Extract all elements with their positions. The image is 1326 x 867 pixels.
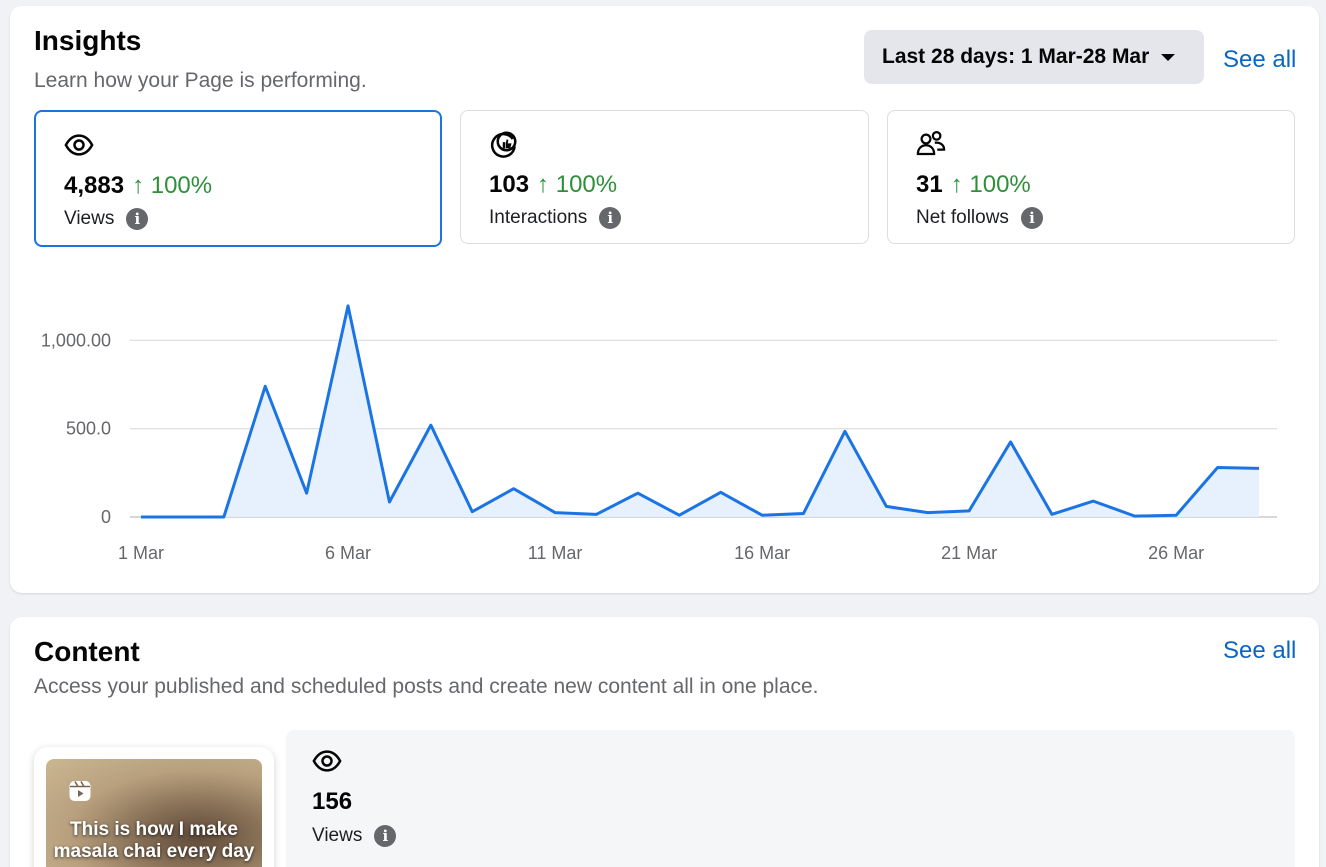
eye-icon xyxy=(312,750,342,772)
x-tick-label: 1 Mar xyxy=(118,543,164,563)
x-tick-label: 6 Mar xyxy=(325,543,371,563)
content-subtitle: Access your published and scheduled post… xyxy=(34,675,819,698)
post-views-value: 156 xyxy=(312,788,353,815)
reels-icon xyxy=(69,781,91,801)
x-tick-label: 16 Mar xyxy=(734,543,790,563)
y-tick-label: 0 xyxy=(101,507,111,527)
insights-card: Insights Learn how your Page is performi… xyxy=(10,6,1319,593)
y-tick-label: 500.0 xyxy=(66,419,111,439)
views-line-chart: 0 500.0 1,000.00 1 Mar 6 Mar 11 Mar 16 Mar 21 M… xyxy=(41,304,1277,563)
content-see-all-link[interactable]: See all xyxy=(1223,637,1296,665)
x-tick-label: 21 Mar xyxy=(941,543,997,563)
post-thumbnail-card[interactable]: This is how I make masala chai every day xyxy=(34,747,274,867)
x-tick-label: 26 Mar xyxy=(1148,543,1204,563)
post-views-label: Views xyxy=(312,825,363,846)
post-thumbnail[interactable]: This is how I make masala chai every day xyxy=(46,759,262,867)
y-tick-label: 1,000.00 xyxy=(41,330,111,350)
content-card: Content Access your published and schedu… xyxy=(10,617,1319,867)
views-series-line xyxy=(141,304,1260,519)
x-tick-label: 11 Mar xyxy=(528,543,583,563)
post-thumbnail-caption: This is how I make masala chai every day xyxy=(53,819,255,862)
content-title: Content xyxy=(34,636,140,667)
info-icon[interactable]: i xyxy=(374,825,397,847)
post-stats-panel: 156 Views i xyxy=(286,730,1295,867)
